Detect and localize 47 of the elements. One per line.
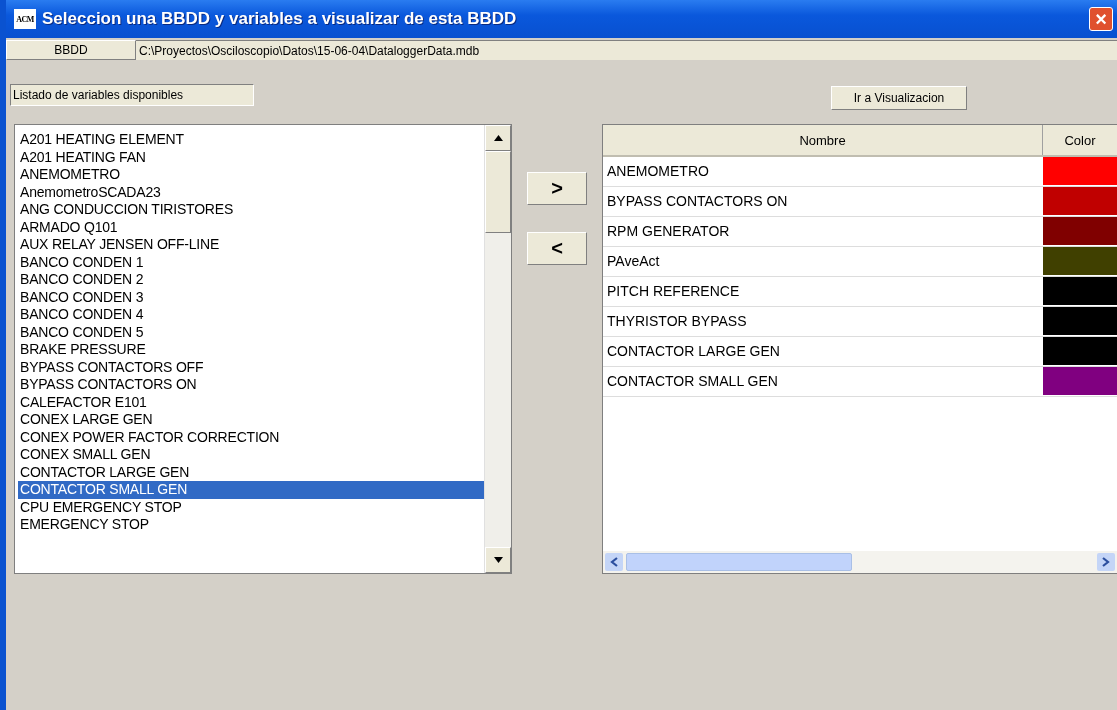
list-item[interactable]: BANCO CONDEN 2	[18, 271, 484, 289]
list-item[interactable]: BANCO CONDEN 4	[18, 306, 484, 324]
list-item[interactable]: BYPASS CONTACTORS ON	[18, 376, 484, 394]
table-cell-text: ANEMOMETRO	[606, 162, 710, 181]
list-item[interactable]: AnemometroSCADA23	[18, 183, 484, 201]
list-item[interactable]: CONTACTOR LARGE GEN	[18, 463, 484, 481]
table-cell-text: CONTACTOR LARGE GEN	[606, 342, 781, 361]
list-item[interactable]: ANG CONDUCCION TIRISTORES	[18, 201, 484, 219]
table-cell-text: PAveAct	[606, 252, 661, 271]
close-button[interactable]: ×	[1089, 7, 1113, 31]
horizontal-scrollbar[interactable]	[603, 551, 1117, 573]
up-arrow-icon	[493, 135, 503, 141]
table-cell-text: RPM GENERATOR	[606, 222, 731, 241]
list-item[interactable]: A201 HEATING FAN	[18, 148, 484, 166]
list-item[interactable]: BRAKE PRESSURE	[18, 341, 484, 359]
list-item[interactable]: CONEX LARGE GEN	[18, 411, 484, 429]
column-header[interactable]: Nombre	[603, 125, 1043, 155]
list-item[interactable]: CONTACTOR SMALL GEN	[18, 481, 484, 499]
list-item[interactable]: CONEX SMALL GEN	[18, 446, 484, 464]
table-cell-text: THYRISTOR BYPASS	[606, 312, 748, 331]
list-item[interactable]: A201 HEATING ELEMENT	[18, 131, 484, 149]
list-item[interactable]: CONEX POWER FACTOR CORRECTION	[18, 428, 484, 446]
list-item[interactable]: ARMADO Q101	[18, 218, 484, 236]
window-title: Seleccion una BBDD y variables a visualizar de esta BBDD	[42, 9, 518, 29]
down-arrow-icon	[493, 557, 503, 563]
app-icon: ACM	[14, 9, 36, 29]
list-item[interactable]: CPU EMERGENCY STOP	[18, 498, 484, 516]
list-item[interactable]: BANCO CONDEN 1	[18, 253, 484, 271]
vertical-scrollbar[interactable]	[484, 125, 511, 573]
remove-button[interactable]: <	[527, 232, 587, 265]
list-item[interactable]: CALEFACTOR E101	[18, 393, 484, 411]
table-cell-text: CONTACTOR SMALL GEN	[606, 372, 779, 391]
database-path: C:\Proyectos\Osciloscopio\Datos\15-06-04\DataloggerData.mdb	[136, 40, 1117, 60]
list-item[interactable]: ANEMOMETRO	[18, 166, 484, 184]
list-item[interactable]: AUX RELAY JENSEN OFF-LINE	[18, 236, 484, 254]
list-item[interactable]: EMERGENCY STOP	[18, 516, 484, 534]
scroll-thumb[interactable]	[626, 553, 852, 571]
visualize-button[interactable]: Ir a Visualizacion	[831, 86, 967, 110]
column-header[interactable]: Color	[1043, 125, 1117, 155]
list-item[interactable]: BANCO CONDEN 5	[18, 323, 484, 341]
table-cell-text: BYPASS CONTACTORS ON	[606, 192, 789, 211]
database-button[interactable]: BBDD	[6, 40, 136, 60]
list-item[interactable]: BYPASS CONTACTORS OFF	[18, 358, 484, 376]
table-cell-text: PITCH REFERENCE	[606, 282, 741, 301]
list-item[interactable]: BANCO CONDEN 3	[18, 288, 484, 306]
available-label: Listado de variables disponibles	[10, 84, 254, 106]
add-button[interactable]: >	[527, 172, 587, 205]
